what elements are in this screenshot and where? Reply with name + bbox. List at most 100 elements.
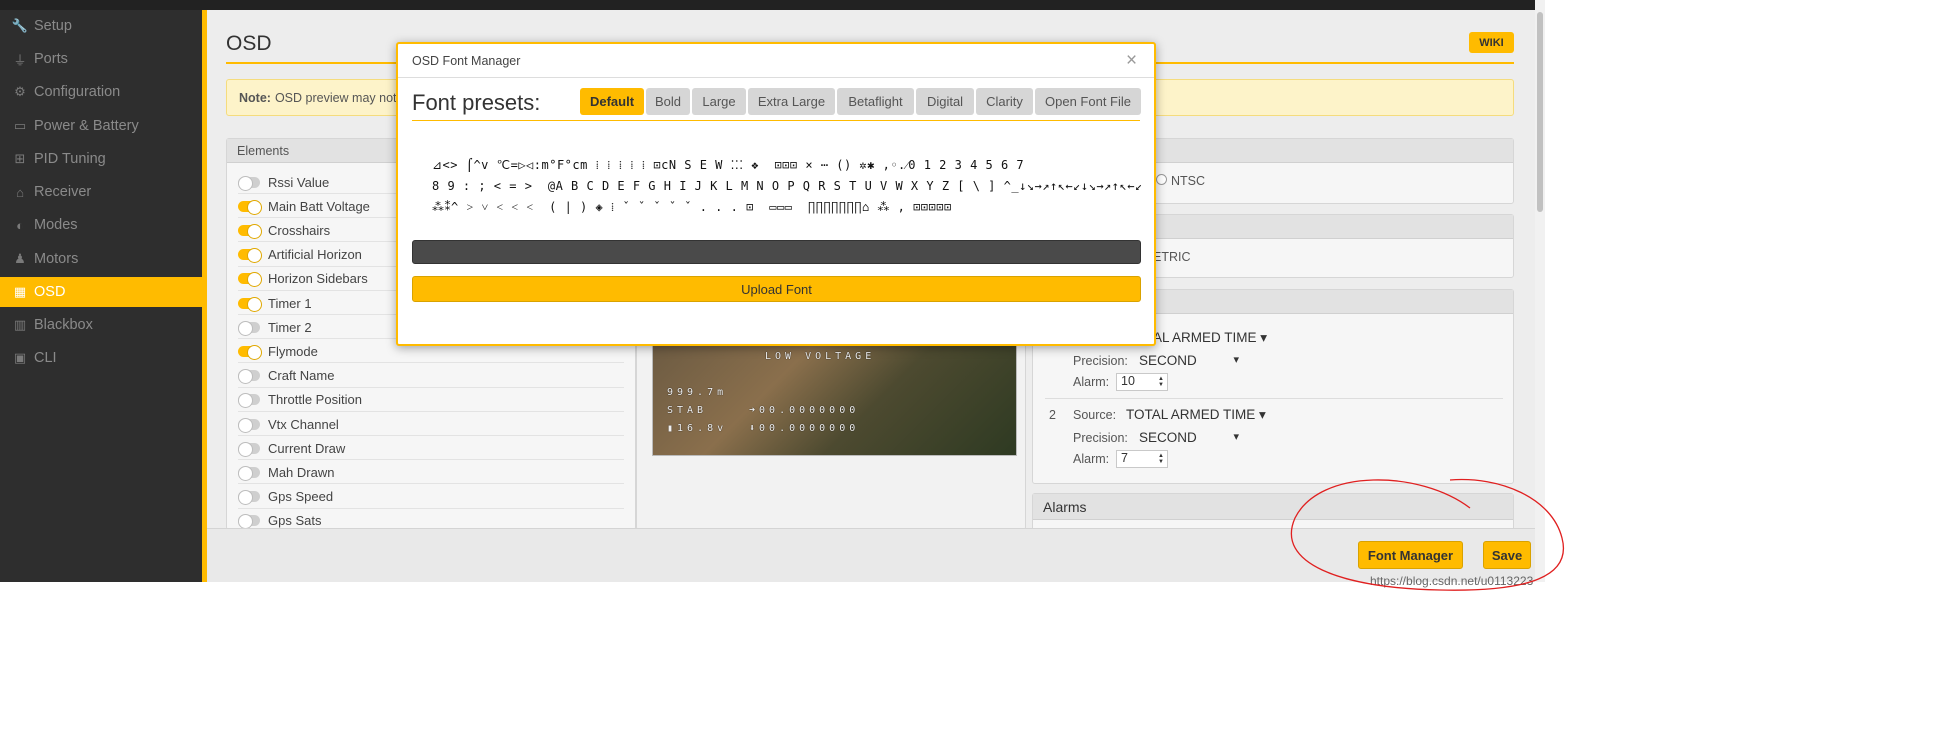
- timer2-source-select[interactable]: TOTAL ARMED TIME ▾: [1126, 407, 1266, 423]
- row-divider: [238, 459, 624, 461]
- sidebar-item-setup[interactable]: 🔧 Setup: [0, 11, 202, 41]
- timer2-alarm-input[interactable]: 7: [1116, 450, 1168, 468]
- preset-bold-button[interactable]: Bold: [646, 88, 690, 115]
- element-toggle[interactable]: [238, 272, 262, 288]
- element-label: Gps Sats: [268, 513, 322, 529]
- preset-default-button[interactable]: Default: [580, 88, 644, 115]
- preset-digital-button[interactable]: Digital: [916, 88, 974, 115]
- element-label: Timer 2: [268, 319, 312, 335]
- row-divider: [238, 362, 624, 364]
- sidebar-item-label: OSD: [34, 284, 66, 300]
- element-row[interactable]: Craft Name: [238, 366, 334, 386]
- element-label: Horizon Sidebars: [268, 271, 368, 287]
- sidebar-item-configuration[interactable]: ⚙ Configuration: [0, 77, 202, 107]
- motor-icon: ♟: [14, 251, 26, 266]
- font-glyph-row-2: 8 9 : ; < = > @A B C D E F G H I J K L M…: [432, 179, 1143, 193]
- timer2-precision-select[interactable]: SECOND ▾: [1139, 430, 1239, 445]
- timer2-source-label: Source:: [1073, 408, 1117, 422]
- sidebar-item-label: PID Tuning: [34, 151, 106, 167]
- sidebar-item-cli[interactable]: ▣ CLI: [0, 343, 202, 373]
- timer2-precision-label: Precision:: [1073, 431, 1128, 445]
- preset-betaflight-button[interactable]: Betaflight: [837, 88, 914, 115]
- presets-divider: [412, 120, 1140, 121]
- note-text: OSD preview may not sh: [274, 90, 414, 105]
- element-row[interactable]: Horizon Sidebars: [238, 269, 368, 289]
- row-divider: [238, 410, 624, 412]
- font-glyph-row-3: ⁂⁑^ ˃ ˅ ˂ ˂ ˂ ( | ) ◈ ⁞ ˇ ˇ ˇ ˇ ˇ . . . …: [432, 200, 952, 214]
- element-label: Rssi Value: [268, 174, 330, 190]
- element-toggle[interactable]: [238, 248, 262, 264]
- upload-font-button[interactable]: Upload Font: [412, 276, 1141, 302]
- element-toggle[interactable]: [238, 199, 262, 215]
- element-toggle[interactable]: [238, 320, 260, 336]
- gear-icon: ⚙: [14, 84, 26, 99]
- element-toggle[interactable]: [238, 393, 260, 409]
- note-label: Note:: [239, 90, 271, 105]
- timer2-alarm-label: Alarm:: [1073, 452, 1110, 466]
- sidebar-item-power-battery[interactable]: ▭ Power & Battery: [0, 111, 202, 141]
- sidebar-item-label: Modes: [34, 217, 78, 233]
- element-row[interactable]: Gps Speed: [238, 487, 333, 507]
- preset-large-button[interactable]: Large: [692, 88, 746, 115]
- sidebar-item-pid-tuning[interactable]: ⊞ PID Tuning: [0, 144, 202, 174]
- element-toggle[interactable]: [238, 514, 260, 530]
- font-presets-title: Font presets:: [412, 90, 541, 115]
- timer1-precision-select[interactable]: SECOND ▾: [1139, 353, 1239, 368]
- element-row[interactable]: Artificial Horizon: [238, 245, 362, 265]
- blackbox-icon: ▥: [13, 317, 27, 332]
- close-icon[interactable]: ×: [1126, 50, 1137, 72]
- sidebar-item-label: Configuration: [34, 84, 121, 100]
- element-toggle[interactable]: [238, 441, 260, 457]
- element-toggle[interactable]: [238, 175, 260, 191]
- sidebar-item-blackbox[interactable]: ▥ Blackbox: [0, 310, 202, 340]
- element-label: Mah Drawn: [268, 464, 335, 480]
- element-toggle[interactable]: [238, 369, 260, 385]
- osd-longitude: ⬇00.0000000: [749, 423, 860, 434]
- timer1-source-select[interactable]: AL ARMED TIME ▾: [1153, 330, 1267, 346]
- element-toggle[interactable]: [238, 490, 260, 506]
- sidebar-item-receiver[interactable]: ⌂ Receiver: [0, 177, 202, 207]
- annotation-circle: [1290, 478, 1564, 591]
- preset-open-font-file-button[interactable]: Open Font File: [1035, 88, 1141, 115]
- osd-flymode: STAB: [667, 405, 708, 416]
- timer1-alarm-input[interactable]: 10: [1116, 373, 1168, 391]
- sidebar-item-label: Receiver: [34, 184, 92, 200]
- preset-clarity-button[interactable]: Clarity: [976, 88, 1033, 115]
- ntsc-radio[interactable]: [1156, 174, 1167, 185]
- element-toggle[interactable]: [238, 465, 260, 481]
- element-row[interactable]: Vtx Channel: [238, 414, 339, 434]
- element-row[interactable]: Timer 1: [238, 293, 312, 313]
- osd-battery: ▮16.8v: [667, 423, 728, 434]
- sidebar-item-motors[interactable]: ♟ Motors: [0, 244, 202, 274]
- row-divider: [238, 435, 624, 436]
- font-glyph-row-1: ⊿<> ⌠^v ℃=▷◁:m°F°cm ⁞ ⁞ ⁞ ⁞ ⁞ ⊡cN S E W …: [432, 158, 1025, 172]
- osd-latitude: ➜00.0000000: [749, 405, 860, 416]
- element-row[interactable]: Flymode: [238, 341, 318, 361]
- sidebar-item-modes[interactable]: ◐ Modes: [0, 210, 202, 240]
- element-toggle[interactable]: [238, 223, 262, 239]
- element-toggle[interactable]: [238, 417, 260, 433]
- timer1-precision-label: Precision:: [1073, 354, 1128, 368]
- element-toggle[interactable]: [238, 344, 262, 360]
- element-row[interactable]: Mah Drawn: [238, 462, 334, 482]
- upload-progress-bar: [412, 240, 1141, 264]
- scrollbar-thumb[interactable]: [1537, 12, 1543, 212]
- row-divider: [238, 507, 624, 509]
- element-row[interactable]: Main Batt Voltage: [238, 196, 370, 216]
- element-label: Timer 1: [268, 295, 312, 311]
- element-row[interactable]: Rssi Value: [238, 172, 329, 192]
- element-row[interactable]: Current Draw: [238, 438, 345, 458]
- element-toggle[interactable]: [238, 296, 262, 312]
- element-row[interactable]: Timer 2: [238, 317, 312, 337]
- sidebar-item-label: Setup: [34, 18, 72, 34]
- units-option: ETRIC: [1153, 250, 1191, 264]
- row-divider: [238, 483, 624, 485]
- plug-icon: ⏚: [13, 52, 27, 68]
- preset-extra-large-button[interactable]: Extra Large: [748, 88, 835, 115]
- wiki-button[interactable]: WIKI: [1469, 32, 1514, 53]
- sidebar-item-ports[interactable]: ⏚ Ports: [0, 44, 202, 74]
- sidebar-item-osd[interactable]: ▦ OSD: [0, 277, 202, 307]
- element-row[interactable]: Crosshairs: [238, 220, 330, 240]
- element-row[interactable]: Throttle Position: [238, 390, 362, 410]
- sidebar-item-label: Blackbox: [34, 317, 93, 333]
